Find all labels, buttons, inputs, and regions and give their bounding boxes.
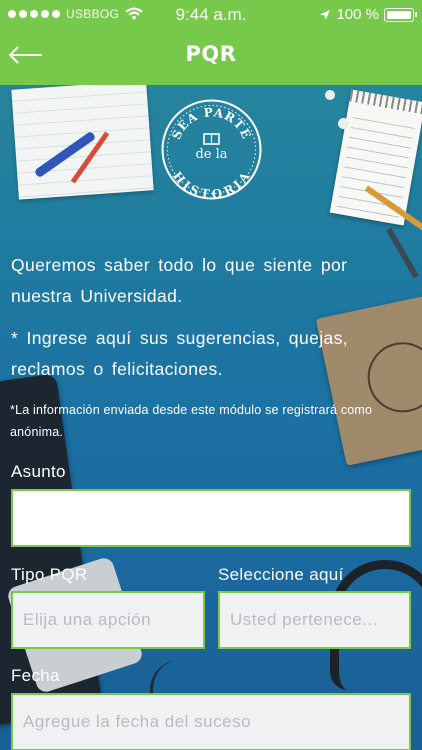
fecha-label: Fecha [11, 666, 60, 685]
intro-text: Queremos saber todo lo que siente por nu… [11, 255, 348, 306]
seleccione-label: Seleccione aquí [218, 565, 344, 584]
logo-text-bottom: HISTORIA [170, 169, 252, 201]
tipo-pqr-label: Tipo PQR [11, 565, 88, 584]
battery-percent: 100 % [336, 6, 379, 23]
instructions-text: * Ingrese aquí sus sugerencias, quejas, … [11, 328, 349, 379]
pqr-screen: USBBOG 9:44 a.m. 100 % PQR SEA PARTE de … [0, 0, 422, 750]
sea-parte-logo: SEA PARTE de la HISTORIA [161, 99, 262, 201]
background-notebook [329, 89, 422, 226]
background-earbud [325, 90, 335, 100]
status-bar: USBBOG 9:44 a.m. 100 % [0, 0, 422, 30]
asunto-label: Asunto [11, 462, 66, 481]
location-icon [320, 9, 331, 20]
background-earbud [338, 118, 349, 129]
top-bar: USBBOG 9:44 a.m. 100 % PQR [0, 0, 422, 85]
page-title: PQR [185, 42, 237, 66]
battery-icon [384, 7, 417, 22]
tipo-pqr-select[interactable] [11, 591, 205, 649]
anonymous-note: *La información enviada desde este módul… [10, 403, 373, 439]
pertenece-select[interactable] [218, 591, 411, 649]
svg-text:HISTORIA: HISTORIA [170, 169, 253, 201]
fecha-input[interactable] [11, 693, 411, 750]
logo-text-mid: de la [195, 147, 227, 162]
asunto-input[interactable] [11, 489, 411, 547]
background-pen [386, 227, 419, 279]
